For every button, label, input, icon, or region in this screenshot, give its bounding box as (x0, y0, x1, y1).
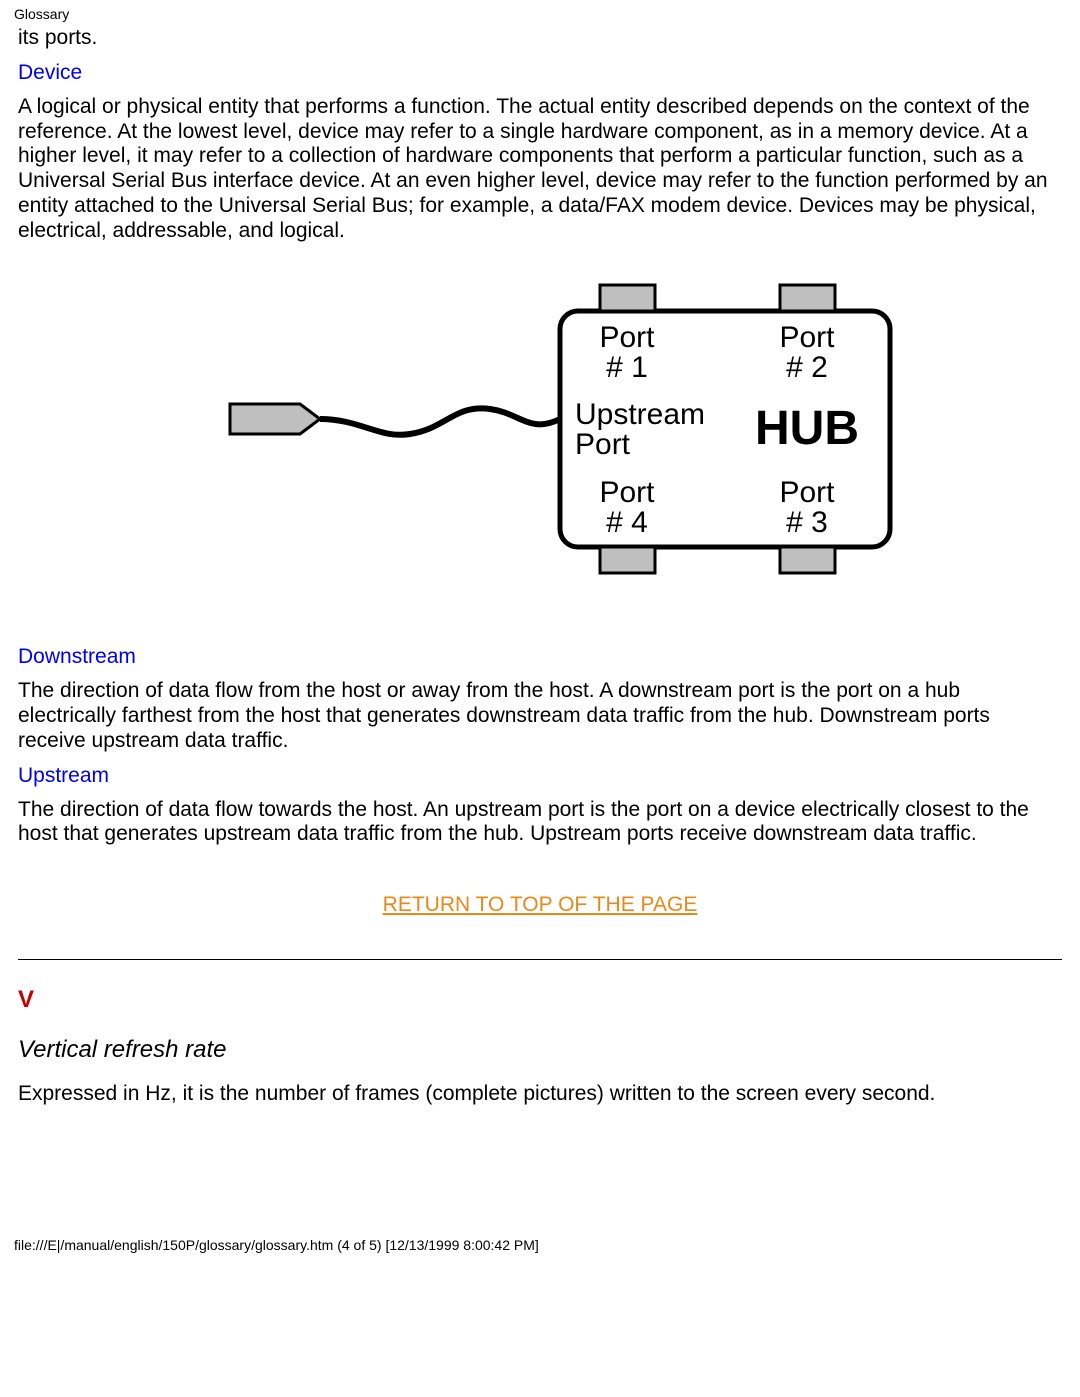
page-footer: file:///E|/manual/english/150P/glossary/… (14, 1237, 1080, 1253)
return-to-top-link[interactable]: RETURN TO TOP OF THE PAGE (18, 893, 1062, 917)
page-body: its ports. Device A logical or physical … (0, 26, 1080, 1157)
hub-diagram: Port # 1 Port # 2 Upstream Port HUB Port… (18, 279, 1062, 579)
section-letter-v: V (18, 986, 1062, 1014)
upstream-definition: The direction of data flow towards the h… (18, 798, 1062, 848)
diagram-upstream-line1: Upstream (575, 398, 705, 431)
vertical-refresh-definition: Expressed in Hz, it is the number of fra… (18, 1082, 1062, 1107)
diagram-port3-line1: Port (779, 476, 835, 509)
diagram-port3-line2: # 3 (786, 506, 828, 539)
diagram-port4-line1: Port (599, 476, 655, 509)
upstream-link[interactable]: Upstream (18, 764, 1062, 788)
intro-fragment: its ports. (18, 26, 1062, 51)
downstream-definition: The direction of data flow from the host… (18, 679, 1062, 753)
vertical-refresh-heading: Vertical refresh rate (18, 1036, 1062, 1064)
diagram-hub-label: HUB (755, 402, 859, 455)
divider (18, 959, 1062, 960)
diagram-port2-line1: Port (779, 321, 835, 354)
downstream-link[interactable]: Downstream (18, 645, 1062, 669)
diagram-port1-line1: Port (599, 321, 655, 354)
diagram-upstream-line2: Port (575, 428, 631, 461)
device-link[interactable]: Device (18, 61, 1062, 85)
page-header: Glossary (14, 6, 1080, 22)
diagram-port1-line2: # 1 (606, 351, 648, 384)
diagram-port2-line2: # 2 (786, 351, 828, 384)
device-definition: A logical or physical entity that perfor… (18, 95, 1062, 244)
hub-diagram-svg: Port # 1 Port # 2 Upstream Port HUB Port… (180, 279, 900, 579)
diagram-port4-line2: # 4 (606, 506, 648, 539)
